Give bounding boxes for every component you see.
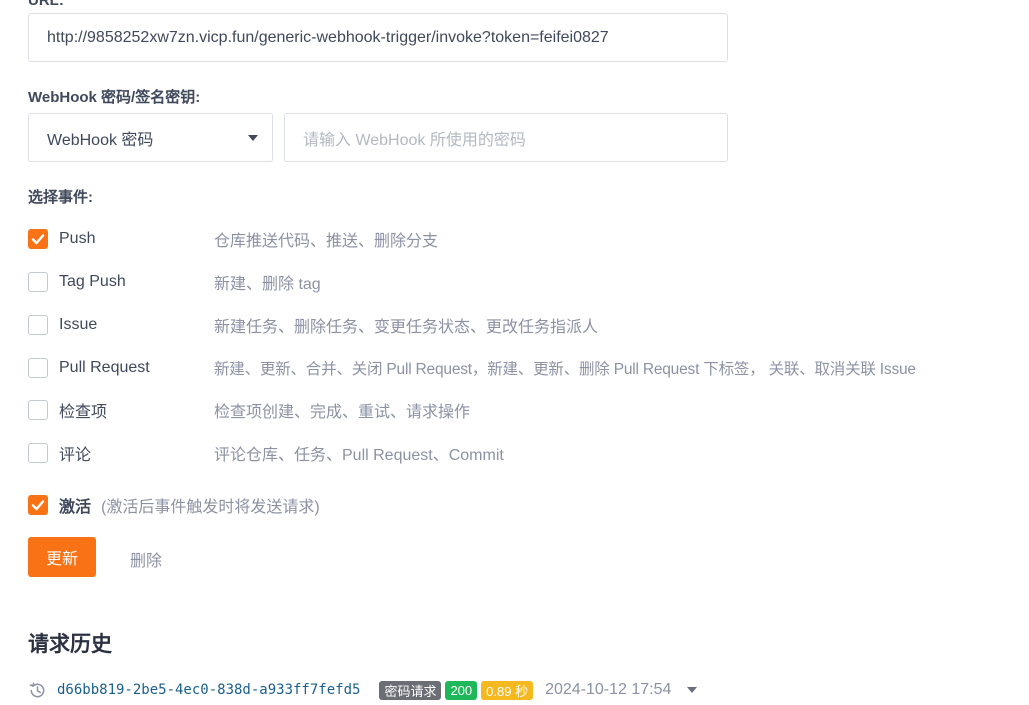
event-desc: 新建、更新、合并、关闭 Pull Request，新建、更新、删除 Pull R… xyxy=(214,361,916,378)
events-label: 选择事件: xyxy=(28,189,93,206)
activate-label: 激活 xyxy=(59,499,92,516)
event-row-push[interactable]: Push 仓库推送代码、推送、删除分支 xyxy=(28,227,438,251)
event-row-check[interactable]: 检查项 检查项创建、完成、重试、请求操作 xyxy=(28,398,470,422)
event-name: 检查项 xyxy=(59,404,108,421)
type-badge: 密码请求 xyxy=(379,680,442,700)
activate-row[interactable]: 激活 (激活后事件触发时将发送请求) xyxy=(28,493,320,517)
comment-checkbox[interactable] xyxy=(28,443,48,463)
event-desc: 检查项创建、完成、重试、请求操作 xyxy=(214,404,471,421)
request-timestamp: 2024-10-12 17:54 xyxy=(545,681,672,698)
status-badge: 200 xyxy=(445,680,478,700)
history-entry[interactable]: d66bb819-2be5-4ec0-838d-a933ff7fefd5 密码请… xyxy=(28,679,698,701)
history-title: 请求历史 xyxy=(28,633,112,656)
event-desc: 新建、删除 tag xyxy=(214,276,321,293)
duration-badge: 0.89 秒 xyxy=(481,680,534,700)
event-name: 评论 xyxy=(59,447,92,464)
checkmark-icon xyxy=(31,500,45,511)
event-name: Tag Push xyxy=(59,273,126,290)
event-name: Push xyxy=(59,230,96,247)
push-checkbox[interactable] xyxy=(28,229,48,249)
event-row-comment[interactable]: 评论 评论仓库、任务、Pull Request、Commit xyxy=(28,441,504,465)
url-input-value: http://9858252xw7zn.vicp.fun/generic-web… xyxy=(47,28,609,46)
event-row-tag-push[interactable]: Tag Push 新建、删除 tag xyxy=(28,270,321,294)
event-name: Issue xyxy=(59,316,98,333)
webhook-password-input[interactable]: 请输入 WebHook 所使用的密码 xyxy=(284,113,728,162)
event-desc: 评论仓库、任务、Pull Request、Commit xyxy=(214,447,504,464)
url-label: URL: xyxy=(28,0,64,9)
event-row-pull-request[interactable]: Pull Request 新建、更新、合并、关闭 Pull Request，新建… xyxy=(28,356,916,380)
event-name: Pull Request xyxy=(59,359,150,376)
issue-checkbox[interactable] xyxy=(28,315,48,335)
activate-checkbox[interactable] xyxy=(28,495,48,515)
expand-caret-icon[interactable] xyxy=(687,687,698,693)
update-button[interactable]: 更新 xyxy=(28,537,96,577)
webhook-password-placeholder: 请输入 WebHook 所使用的密码 xyxy=(303,131,526,149)
secret-label: WebHook 密码/签名密钥: xyxy=(28,89,201,106)
activate-hint: (激活后事件触发时将发送请求) xyxy=(101,499,320,516)
pull-request-checkbox[interactable] xyxy=(28,358,48,378)
request-hash[interactable]: d66bb819-2be5-4ec0-838d-a933ff7fefd5 xyxy=(57,682,360,698)
tag-push-checkbox[interactable] xyxy=(28,272,48,292)
url-input[interactable]: http://9858252xw7zn.vicp.fun/generic-web… xyxy=(28,13,728,62)
delete-button[interactable]: 删除 xyxy=(130,547,162,571)
event-desc: 新建任务、删除任务、变更任务状态、更改任务指派人 xyxy=(214,319,599,336)
secret-type-value: WebHook 密码 xyxy=(47,131,154,149)
event-desc: 仓库推送代码、推送、删除分支 xyxy=(214,233,439,250)
history-clock-icon xyxy=(29,682,45,697)
check-checkbox[interactable] xyxy=(28,400,48,420)
event-row-issue[interactable]: Issue 新建任务、删除任务、变更任务状态、更改任务指派人 xyxy=(28,313,598,337)
checkmark-icon xyxy=(31,234,45,245)
caret-down-icon xyxy=(248,134,258,141)
secret-type-select[interactable]: WebHook 密码 xyxy=(28,113,273,162)
